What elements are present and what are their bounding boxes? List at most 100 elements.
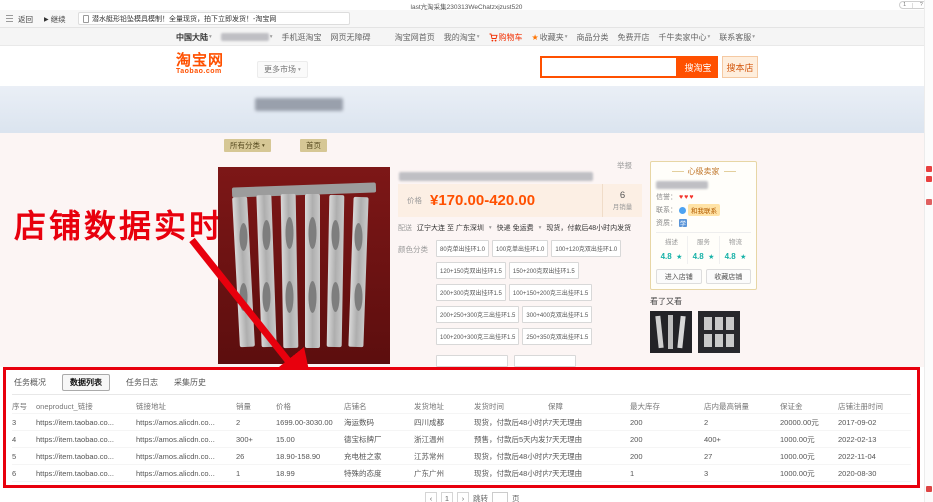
- continue-button[interactable]: ▶ 继续: [44, 14, 66, 25]
- favorites-link[interactable]: ★ 收藏夹 ▾: [532, 32, 568, 43]
- table-cell: https://amos.alicdn.co...: [136, 434, 215, 444]
- product-image[interactable]: [218, 167, 390, 364]
- monthly-sales-value: 6: [619, 190, 626, 201]
- table-row[interactable]: 3 https://item.taobao.co... https://amos.a…: [12, 413, 911, 430]
- variant-button[interactable]: 250+350克双出挂环1.5: [522, 328, 593, 345]
- report-link[interactable]: 举报: [617, 160, 632, 171]
- variant-button[interactable]: 100+150+200克三出挂环1.5: [508, 284, 593, 301]
- variant-button[interactable]: 100+200+300克三出挂环1.5: [436, 328, 520, 345]
- enter-store-button[interactable]: 进入店铺: [656, 269, 702, 284]
- store-home-button[interactable]: 首页: [300, 139, 327, 152]
- table-cell: 27: [704, 451, 713, 461]
- table-cell: 400+: [704, 434, 721, 444]
- table-body: 3 https://item.taobao.co... https://amos.a…: [12, 413, 911, 485]
- back-button[interactable]: 返回: [18, 14, 33, 25]
- panel-tab[interactable]: 任务日志: [126, 377, 158, 388]
- variant-button[interactable]: 200+250+300克三出挂环1.5: [436, 306, 520, 323]
- price-value: ¥170.00-420.00: [430, 192, 536, 209]
- customer-service-link[interactable]: 联系客服 ▾: [719, 32, 755, 43]
- main-content: 所有分类 ▾ 首页 举报 店铺数据实时采集 价格 ¥170.00-420.00 …: [0, 133, 924, 367]
- panel-tab[interactable]: 任务概况: [14, 377, 46, 388]
- contact-label: 联系：: [656, 207, 677, 214]
- delivery-route[interactable]: 辽宁大连 至 广东深圳: [417, 223, 484, 233]
- table-column-header: 最大库存: [630, 401, 660, 411]
- mobile-taobao-link[interactable]: 手机逛淘宝: [282, 32, 322, 43]
- chevron-down-icon: ▾: [476, 34, 480, 40]
- taobao-logo[interactable]: 淘宝网 Taobao.com: [176, 53, 224, 75]
- cart-link[interactable]: 购物车: [489, 32, 523, 43]
- search-bar: 搜淘宝 搜本店: [540, 56, 758, 78]
- table-cell: 1: [236, 468, 241, 478]
- rating-value: 4.8: [692, 252, 704, 261]
- also-viewed-thumbnail[interactable]: [698, 311, 740, 353]
- jump-page-input[interactable]: [492, 492, 508, 502]
- search-store-button[interactable]: 搜本店: [722, 56, 758, 78]
- prev-page-button[interactable]: ‹: [425, 492, 437, 502]
- table-row[interactable]: 4 https://item.taobao.co... https://amos.a…: [12, 430, 911, 447]
- variant-button[interactable]: 120+150克双出挂环1.5: [436, 262, 506, 279]
- table-cell: 1000.00元: [780, 451, 815, 461]
- cert-icon: 学: [679, 219, 687, 228]
- browser-tab[interactable]: 潜水艇形铅坠模具模制！全量现货，拍下立即发货！-淘宝网: [78, 12, 350, 25]
- table-cell: 2: [236, 417, 241, 427]
- sidebar-icon[interactable]: [926, 176, 932, 182]
- variant-button[interactable]: 100+120克双出挂环1.0: [551, 240, 622, 257]
- open-shop-link[interactable]: 免费开店: [617, 32, 649, 43]
- search-input[interactable]: [540, 56, 678, 78]
- table-column-header: 链接地址: [136, 401, 166, 411]
- categories-link[interactable]: 商品分类: [576, 32, 608, 43]
- table-column-header: 发货时间: [474, 401, 504, 411]
- table-cell: https://item.taobao.co...: [36, 417, 114, 427]
- taobao-home-link[interactable]: 淘宝网首页: [395, 32, 435, 43]
- table-cell: https://item.taobao.co...: [36, 434, 114, 444]
- all-categories-button[interactable]: 所有分类 ▾: [224, 139, 271, 152]
- next-page-button[interactable]: ›: [457, 492, 469, 502]
- menu-icon[interactable]: [6, 14, 13, 22]
- window-badge[interactable]: 1: [903, 2, 906, 8]
- region-selector[interactable]: 中国大陆 ▾: [176, 32, 212, 43]
- table-row[interactable]: 6 https://item.taobao.co... https://amos.a…: [12, 464, 911, 481]
- variant-button[interactable]: 100克单出挂环1.0: [492, 240, 549, 257]
- table-row[interactable]: 7https://item.taobao.co...: [12, 481, 911, 485]
- topnav-right: 淘宝网首页 我的淘宝 ▾ 购物车 ★ 收藏夹 ▾ 商品分类 免费开店 千牛卖家中心 ▾: [395, 28, 755, 46]
- window-controls: 1 ?: [899, 1, 927, 9]
- table-cell: 四川成都: [414, 417, 444, 427]
- my-taobao-link[interactable]: 我的淘宝 ▾: [444, 32, 480, 43]
- star-icon: ★: [676, 254, 683, 261]
- sidebar-icon[interactable]: [926, 166, 932, 172]
- account-name-blurred[interactable]: ▾: [220, 33, 273, 41]
- monthly-sales-label: 月销量: [612, 204, 633, 211]
- variant-button[interactable]: 150+200克双出挂环1.5: [508, 262, 579, 279]
- save-store-button[interactable]: 收藏店铺: [705, 269, 751, 284]
- contact-me-badge[interactable]: 和我联系: [688, 204, 720, 216]
- chevron-down-icon: ▾: [269, 34, 273, 40]
- variant-button[interactable]: 80克单出挂环1.0: [436, 240, 490, 257]
- table-cell: 1000.00元: [780, 468, 815, 478]
- rating-value: 4.8: [660, 252, 672, 261]
- search-taobao-button[interactable]: 搜淘宝: [678, 56, 718, 78]
- play-icon: ▶: [44, 17, 49, 23]
- help-button[interactable]: ?: [920, 2, 923, 8]
- table-row[interactable]: 5 https://item.taobao.co... https://amos.a…: [12, 447, 911, 464]
- price-label: 价格: [407, 196, 422, 205]
- table-cell: 20000.00元: [780, 417, 819, 427]
- panel-tab[interactable]: 采集历史: [174, 377, 206, 388]
- variant-button[interactable]: 200+300克双出挂环1.5: [436, 284, 506, 301]
- also-viewed-thumbnail[interactable]: [650, 311, 692, 353]
- variant-button[interactable]: 300+400克双出挂环1.5: [522, 306, 593, 323]
- variant-button-clipped[interactable]: [514, 355, 576, 367]
- sidebar-icon[interactable]: [926, 199, 932, 205]
- shipping-option[interactable]: 快递 免运费: [497, 223, 534, 233]
- page-number[interactable]: 1: [441, 492, 453, 502]
- table-cell: 2: [704, 417, 709, 427]
- table-column-header: 店铺注册时间: [838, 401, 883, 411]
- seller-center-link[interactable]: 千牛卖家中心 ▾: [658, 32, 710, 43]
- decorative-line: [671, 171, 684, 172]
- sidebar-icon[interactable]: [926, 486, 932, 492]
- variant-button-clipped[interactable]: [436, 355, 508, 367]
- panel-tab[interactable]: 数据列表: [62, 374, 110, 391]
- table-column-header: 价格: [276, 401, 291, 411]
- more-markets-button[interactable]: 更多市场 ▾: [257, 61, 308, 78]
- table-cell: 广东广州: [414, 468, 444, 478]
- accessibility-link[interactable]: 网页无障碍: [331, 32, 371, 43]
